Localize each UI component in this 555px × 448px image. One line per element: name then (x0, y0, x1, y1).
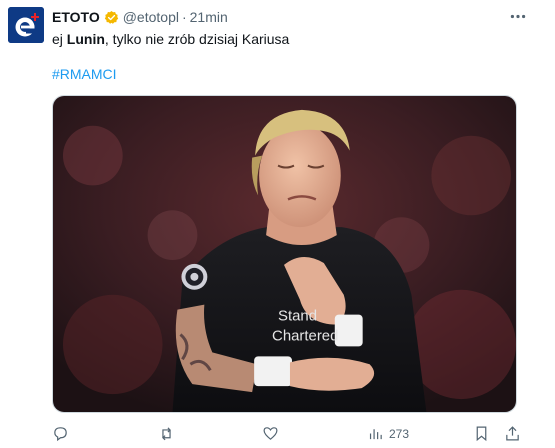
more-options-icon[interactable] (507, 7, 529, 25)
goalkeeper-photo: Stand Chartered (53, 96, 516, 412)
views-icon (369, 429, 382, 440)
author-avatar[interactable] (8, 7, 44, 43)
tweet-text-bold: Lunin (66, 31, 105, 47)
like-button[interactable] (262, 425, 279, 442)
tweet-text-rest: , tylko nie zrób dzisiaj Kariusa (104, 31, 290, 47)
tweet-photo[interactable]: Stand Chartered (52, 95, 517, 413)
action-bar: 273 (52, 423, 532, 445)
sponsor-line-1: Stand (278, 308, 317, 325)
share-icon (506, 426, 519, 441)
separator-dot: · (181, 9, 187, 25)
views-count: 273 (389, 426, 410, 441)
bookmark-icon (476, 426, 487, 442)
author-handle[interactable]: @etotopl (123, 9, 179, 25)
tweet-header: ETOTO @etotopl · 21min (52, 8, 228, 26)
share-button[interactable] (504, 425, 521, 442)
views-button[interactable]: 273 (367, 425, 409, 442)
tweet-text-prefix: ej (52, 31, 67, 47)
reply-icon (54, 427, 67, 442)
post-time[interactable]: 21min (190, 9, 228, 25)
repost-button[interactable] (158, 425, 175, 442)
reply-button[interactable] (52, 425, 69, 442)
etoto-logo-icon (8, 7, 44, 43)
repost-icon (162, 427, 171, 441)
bookmark-button[interactable] (473, 425, 490, 442)
tweet: ETOTO @etotopl · 21min ej Lunin, tylko n… (0, 0, 555, 448)
sponsor-line-2: Chartered (272, 327, 338, 344)
author-name[interactable]: ETOTO (52, 9, 100, 25)
like-icon (263, 427, 278, 440)
hashtag-link[interactable]: #RMAMCI (52, 66, 117, 82)
verified-badge-icon (104, 10, 119, 25)
tweet-text: ej Lunin, tylko nie zrób dzisiaj Kariusa (52, 30, 289, 48)
